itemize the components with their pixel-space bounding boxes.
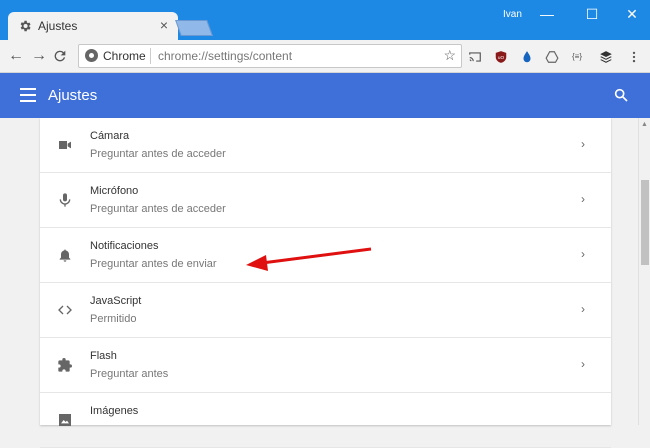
bell-icon xyxy=(59,249,71,262)
maximize-button[interactable]: ☐ xyxy=(577,4,607,24)
item-subtitle: Permitido xyxy=(90,313,137,325)
item-title: Imágenes xyxy=(90,405,139,417)
drop-icon[interactable] xyxy=(520,50,534,64)
separator xyxy=(150,48,151,64)
browser-toolbar: ← → Chrome chrome://settings/content ☆ u… xyxy=(0,40,650,73)
item-subtitle: Preguntar antes xyxy=(90,368,169,380)
bookmark-star-icon[interactable]: ☆ xyxy=(443,47,456,64)
title-bar: Ajustes × Ivan — ☐ ✕ xyxy=(0,0,650,41)
tab-title: Ajustes xyxy=(38,19,78,33)
list-item-notifications[interactable]: Notificaciones Preguntar antes de enviar… xyxy=(40,228,611,283)
list-item-images[interactable]: Imágenes xyxy=(40,393,611,448)
chevron-right-icon: › xyxy=(581,137,585,151)
settings-content: Cámara Preguntar antes de acceder › Micr… xyxy=(0,118,638,448)
drive-icon[interactable] xyxy=(545,50,559,64)
microphone-icon xyxy=(59,193,71,207)
tab-close-icon[interactable]: × xyxy=(160,17,168,33)
puzzle-icon xyxy=(58,358,72,372)
search-icon[interactable] xyxy=(613,87,629,103)
item-title: Notificaciones xyxy=(90,240,159,252)
image-icon xyxy=(59,414,71,426)
hamburger-menu-icon[interactable] xyxy=(20,88,36,102)
chrome-icon xyxy=(85,49,98,62)
camera-icon xyxy=(59,141,71,149)
page-scrollbar[interactable]: ▲ xyxy=(638,118,650,425)
item-subtitle: Preguntar antes de acceder xyxy=(90,203,226,215)
list-item-flash[interactable]: Flash Preguntar antes › xyxy=(40,338,611,393)
address-bar[interactable]: Chrome chrome://settings/content ☆ xyxy=(78,44,462,68)
cast-icon[interactable] xyxy=(468,50,482,64)
item-title: Cámara xyxy=(90,130,130,142)
chevron-right-icon: › xyxy=(581,357,585,371)
list-item-microphone[interactable]: Micrófono Preguntar antes de acceder › xyxy=(40,173,611,228)
json-icon[interactable]: {≡} xyxy=(570,50,584,64)
code-icon xyxy=(58,305,72,315)
close-window-button[interactable]: ✕ xyxy=(617,4,647,24)
site-name: Chrome xyxy=(103,49,146,63)
item-subtitle: Preguntar antes de enviar xyxy=(90,258,217,270)
new-tab-button[interactable] xyxy=(175,20,213,36)
ublock-icon[interactable]: uO xyxy=(494,50,508,64)
item-title: Flash xyxy=(90,350,117,362)
minimize-button[interactable]: — xyxy=(532,4,562,24)
svg-text:uO: uO xyxy=(498,55,505,60)
item-subtitle: Preguntar antes de acceder xyxy=(90,148,226,160)
layers-icon[interactable] xyxy=(599,50,613,64)
forward-button[interactable]: → xyxy=(29,46,49,66)
chevron-right-icon: › xyxy=(581,302,585,316)
list-item-javascript[interactable]: JavaScript Permitido › xyxy=(40,283,611,338)
reload-icon[interactable] xyxy=(52,48,68,64)
scrollbar-thumb[interactable] xyxy=(641,180,649,265)
url-text[interactable]: chrome://settings/content xyxy=(158,49,292,63)
tab-ajustes[interactable]: Ajustes × xyxy=(8,12,178,41)
profile-name[interactable]: Ivan xyxy=(503,9,522,20)
item-title: Micrófono xyxy=(90,185,139,197)
item-title: JavaScript xyxy=(90,295,142,307)
scroll-up-arrow-icon[interactable]: ▲ xyxy=(641,121,648,128)
page-title: Ajustes xyxy=(48,87,98,104)
chevron-right-icon: › xyxy=(581,247,585,261)
settings-header: Ajustes xyxy=(0,73,650,118)
menu-dots-icon[interactable] xyxy=(627,50,641,64)
chevron-right-icon: › xyxy=(581,192,585,206)
back-button[interactable]: ← xyxy=(6,46,26,66)
list-item-camera[interactable]: Cámara Preguntar antes de acceder › xyxy=(40,118,611,173)
content-settings-card: Cámara Preguntar antes de acceder › Micr… xyxy=(40,118,611,448)
gear-icon xyxy=(20,20,31,32)
